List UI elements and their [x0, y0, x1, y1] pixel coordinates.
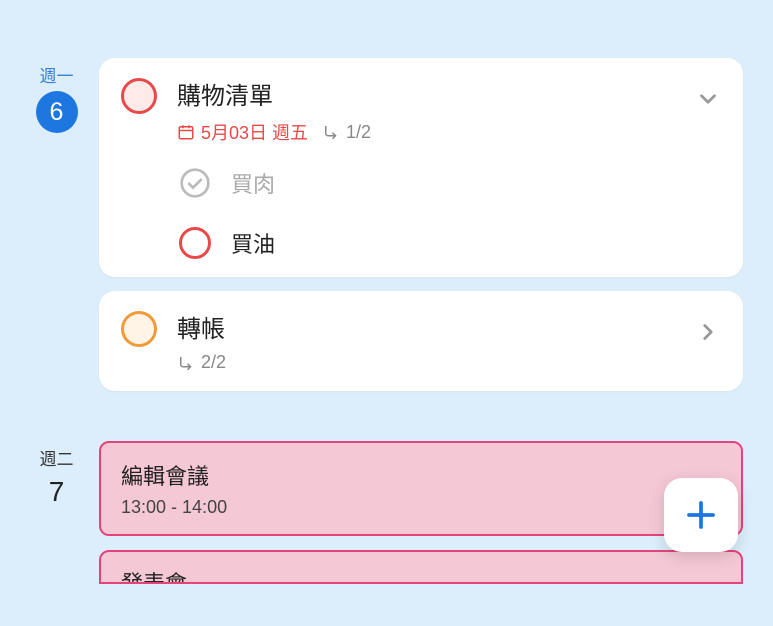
circle-icon[interactable] [179, 227, 211, 259]
task-meta: 5月03日 週五 1/2 [177, 119, 675, 145]
task-meta: 2/2 [177, 352, 675, 373]
calendar-icon [177, 123, 195, 141]
subtask-list: 買肉 買油 [179, 167, 721, 259]
subtask-item[interactable]: 買肉 [179, 167, 721, 199]
day-header: 週二 7 [14, 441, 99, 508]
task-progress: 2/2 [201, 352, 226, 373]
event-title: 編輯會議 [121, 459, 721, 491]
day-weekday-label: 週一 [40, 62, 74, 87]
task-checkbox[interactable] [121, 311, 157, 347]
event-title: 發表會 [121, 566, 721, 584]
task-main-row: 購物清單 5月03日 週五 [121, 76, 721, 145]
task-body: 轉帳 2/2 [177, 309, 675, 373]
calendar-view: 週一 6 購物清單 [0, 0, 773, 584]
event-card-meeting[interactable]: 編輯會議 13:00 - 14:00 [99, 441, 743, 536]
plus-icon [683, 497, 719, 533]
day-content: 購物清單 5月03日 週五 [99, 58, 773, 391]
event-card-partial[interactable]: 發表會 [99, 550, 743, 584]
chevron-right-icon[interactable] [695, 319, 721, 345]
day-header: 週一 6 [14, 58, 99, 133]
event-time: 13:00 - 14:00 [121, 497, 721, 518]
task-progress: 1/2 [346, 122, 371, 143]
day-number[interactable]: 7 [49, 476, 65, 508]
subtask-icon [177, 354, 195, 372]
day-number-today[interactable]: 6 [36, 91, 78, 133]
task-main-row: 轉帳 2/2 [121, 309, 721, 373]
subtask-label: 買油 [231, 227, 275, 259]
day-row-monday: 週一 6 購物清單 [0, 58, 773, 391]
subtask-label: 買肉 [231, 167, 275, 199]
task-date: 5月03日 週五 [201, 119, 308, 145]
task-card-shopping[interactable]: 購物清單 5月03日 週五 [99, 58, 743, 277]
check-circle-icon[interactable] [179, 167, 211, 199]
task-body: 購物清單 5月03日 週五 [177, 76, 675, 145]
task-checkbox[interactable] [121, 78, 157, 114]
task-title: 轉帳 [177, 309, 675, 344]
day-row-tuesday: 週二 7 編輯會議 13:00 - 14:00 發表會 [0, 441, 773, 584]
task-title: 購物清單 [177, 76, 675, 111]
task-card-transfer[interactable]: 轉帳 2/2 [99, 291, 743, 391]
subtask-icon [322, 123, 340, 141]
add-button[interactable] [664, 478, 738, 552]
subtask-item[interactable]: 買油 [179, 227, 721, 259]
chevron-down-icon[interactable] [695, 86, 721, 112]
day-weekday-label: 週二 [40, 445, 74, 470]
